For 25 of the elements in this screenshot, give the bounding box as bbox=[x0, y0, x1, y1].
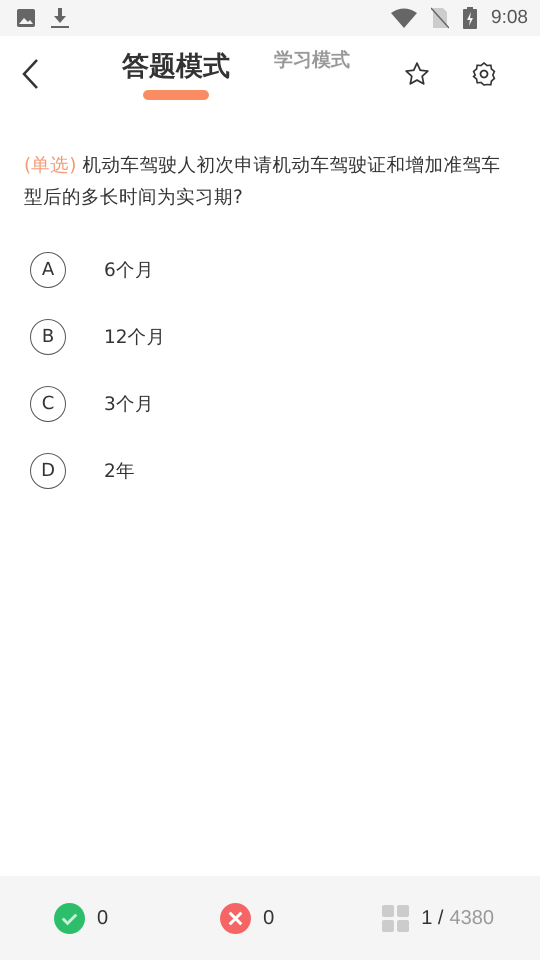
option-letter[interactable]: D bbox=[30, 452, 66, 488]
settings-icon[interactable] bbox=[472, 62, 496, 86]
no-sim-icon bbox=[431, 7, 450, 29]
download-icon bbox=[50, 7, 70, 29]
current-number: 1 / bbox=[421, 906, 444, 930]
option-text[interactable]: 12个月 bbox=[104, 324, 166, 349]
wifi-icon bbox=[391, 8, 418, 28]
total-count: 4380 bbox=[450, 906, 494, 930]
star-icon[interactable] bbox=[404, 61, 430, 87]
option-text[interactable]: 2年 bbox=[104, 458, 135, 483]
correct-count: 0 bbox=[97, 906, 108, 930]
check-icon bbox=[54, 902, 85, 934]
cross-icon bbox=[220, 902, 252, 934]
back-icon[interactable] bbox=[20, 58, 40, 90]
wrong-count: 0 bbox=[263, 906, 274, 930]
battery-icon bbox=[463, 7, 478, 29]
option-letter[interactable]: A bbox=[30, 252, 66, 288]
status-time: 9:08 bbox=[491, 7, 528, 29]
question-text: (单选) 机动车驾驶人初次申请机动车驾驶证和增加准驾车型后的多长时间为实习期? bbox=[24, 154, 502, 210]
image-icon bbox=[16, 8, 36, 28]
option-letter[interactable]: C bbox=[30, 386, 66, 422]
option-letter[interactable]: B bbox=[30, 318, 66, 354]
option-text[interactable]: 3个月 bbox=[104, 391, 154, 416]
mode-tab[interactable]: 答题模式 bbox=[122, 48, 230, 100]
option-text[interactable]: 6个月 bbox=[104, 257, 154, 282]
